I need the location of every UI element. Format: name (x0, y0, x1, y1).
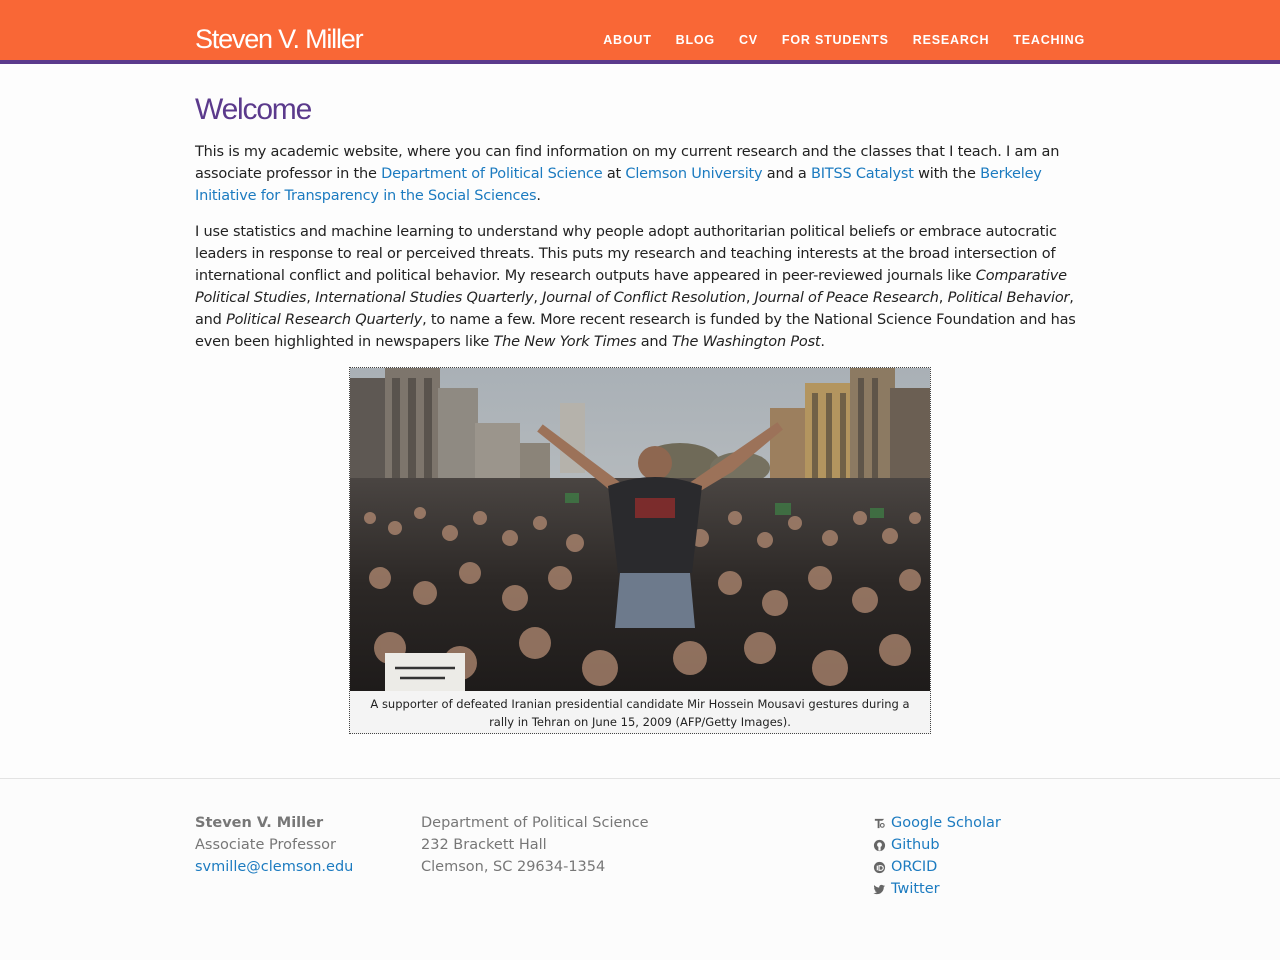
github-link[interactable]: Github (891, 834, 940, 856)
journal-isq: International Studies Quarterly (315, 290, 534, 306)
research-sep-2: , (533, 290, 543, 306)
nav-about[interactable]: ABOUT (603, 33, 651, 47)
newspaper-wapo: The Washington Post (671, 334, 821, 350)
orcid-link[interactable]: ORCID (891, 856, 937, 878)
journal-jpr: Journal of Peace Research (754, 290, 939, 306)
footer-link-twitter: Twitter (873, 878, 1001, 900)
newspaper-nyt: The New York Times (493, 334, 637, 350)
github-icon (873, 839, 886, 851)
journal-jcr: Journal of Conflict Resolution (542, 290, 746, 306)
main-nav: ABOUT BLOG CV FOR STUDENTS RESEARCH TEAC… (579, 33, 1085, 47)
figure-caption: A supporter of defeated Iranian presiden… (370, 697, 910, 729)
intro-text-3: and a (762, 166, 811, 182)
link-political-science-dept[interactable]: Department of Political Science (381, 166, 603, 182)
page-title: Welcome (195, 93, 312, 126)
orcid-icon (873, 861, 886, 873)
footer-link-google-scholar: Google Scholar (873, 812, 1001, 834)
research-paragraph: I use statistics and machine learning to… (195, 221, 1085, 353)
twitter-icon (873, 884, 886, 894)
protest-photo (350, 368, 930, 691)
intro-paragraph: This is my academic website, where you c… (195, 141, 1085, 207)
footer-link-github: Github (873, 834, 1001, 856)
address-line-2: 232 Brackett Hall (421, 837, 547, 853)
google-scholar-icon (874, 818, 885, 828)
site-footer: Steven V. Miller Associate Professor svm… (0, 778, 1280, 960)
intro-text-2: at (602, 166, 626, 182)
link-bitss-catalyst[interactable]: BITSS Catalyst (811, 166, 914, 182)
research-text-4: . (820, 334, 825, 350)
footer-email-link[interactable]: svmille@clemson.edu (195, 859, 353, 875)
research-text-3: and (636, 334, 672, 350)
nav-for-students[interactable]: FOR STUDENTS (782, 33, 889, 47)
protest-photo-illustration (350, 368, 930, 691)
twitter-link[interactable]: Twitter (891, 878, 940, 900)
footer-contact: Steven V. Miller Associate Professor svm… (195, 812, 353, 878)
google-scholar-link[interactable]: Google Scholar (891, 812, 1001, 834)
protest-figure: A supporter of defeated Iranian presiden… (349, 367, 931, 734)
journal-prq: Political Research Quarterly (226, 312, 423, 328)
site-header: Steven V. Miller ABOUT BLOG CV FOR STUDE… (0, 0, 1280, 64)
nav-cv[interactable]: CV (739, 33, 758, 47)
link-clemson-university[interactable]: Clemson University (625, 166, 762, 182)
footer-link-orcid: ORCID (873, 856, 1001, 878)
research-sep-3: , (745, 290, 755, 306)
site-brand-link[interactable]: Steven V. Miller (195, 24, 364, 55)
main-content: Welcome This is my academic website, whe… (195, 94, 1085, 353)
nav-blog[interactable]: BLOG (676, 33, 715, 47)
research-text-1: I use statistics and machine learning to… (195, 224, 1057, 284)
research-sep-4: , (938, 290, 948, 306)
address-line-1: Department of Political Science (421, 815, 649, 831)
intro-text-4: with the (913, 166, 981, 182)
nav-research[interactable]: RESEARCH (913, 33, 990, 47)
footer-address: Department of Political Science 232 Brac… (421, 812, 649, 878)
footer-job-title: Associate Professor (195, 837, 336, 853)
journal-pb: Political Behavior (947, 290, 1070, 306)
footer-name: Steven V. Miller (195, 815, 324, 831)
footer-social-links: Google Scholar Github ORCID Twitter (873, 812, 1001, 900)
intro-text-5: . (536, 188, 541, 204)
research-sep-1: , (306, 290, 316, 306)
nav-teaching[interactable]: TEACHING (1013, 33, 1085, 47)
address-line-3: Clemson, SC 29634-1354 (421, 859, 606, 875)
